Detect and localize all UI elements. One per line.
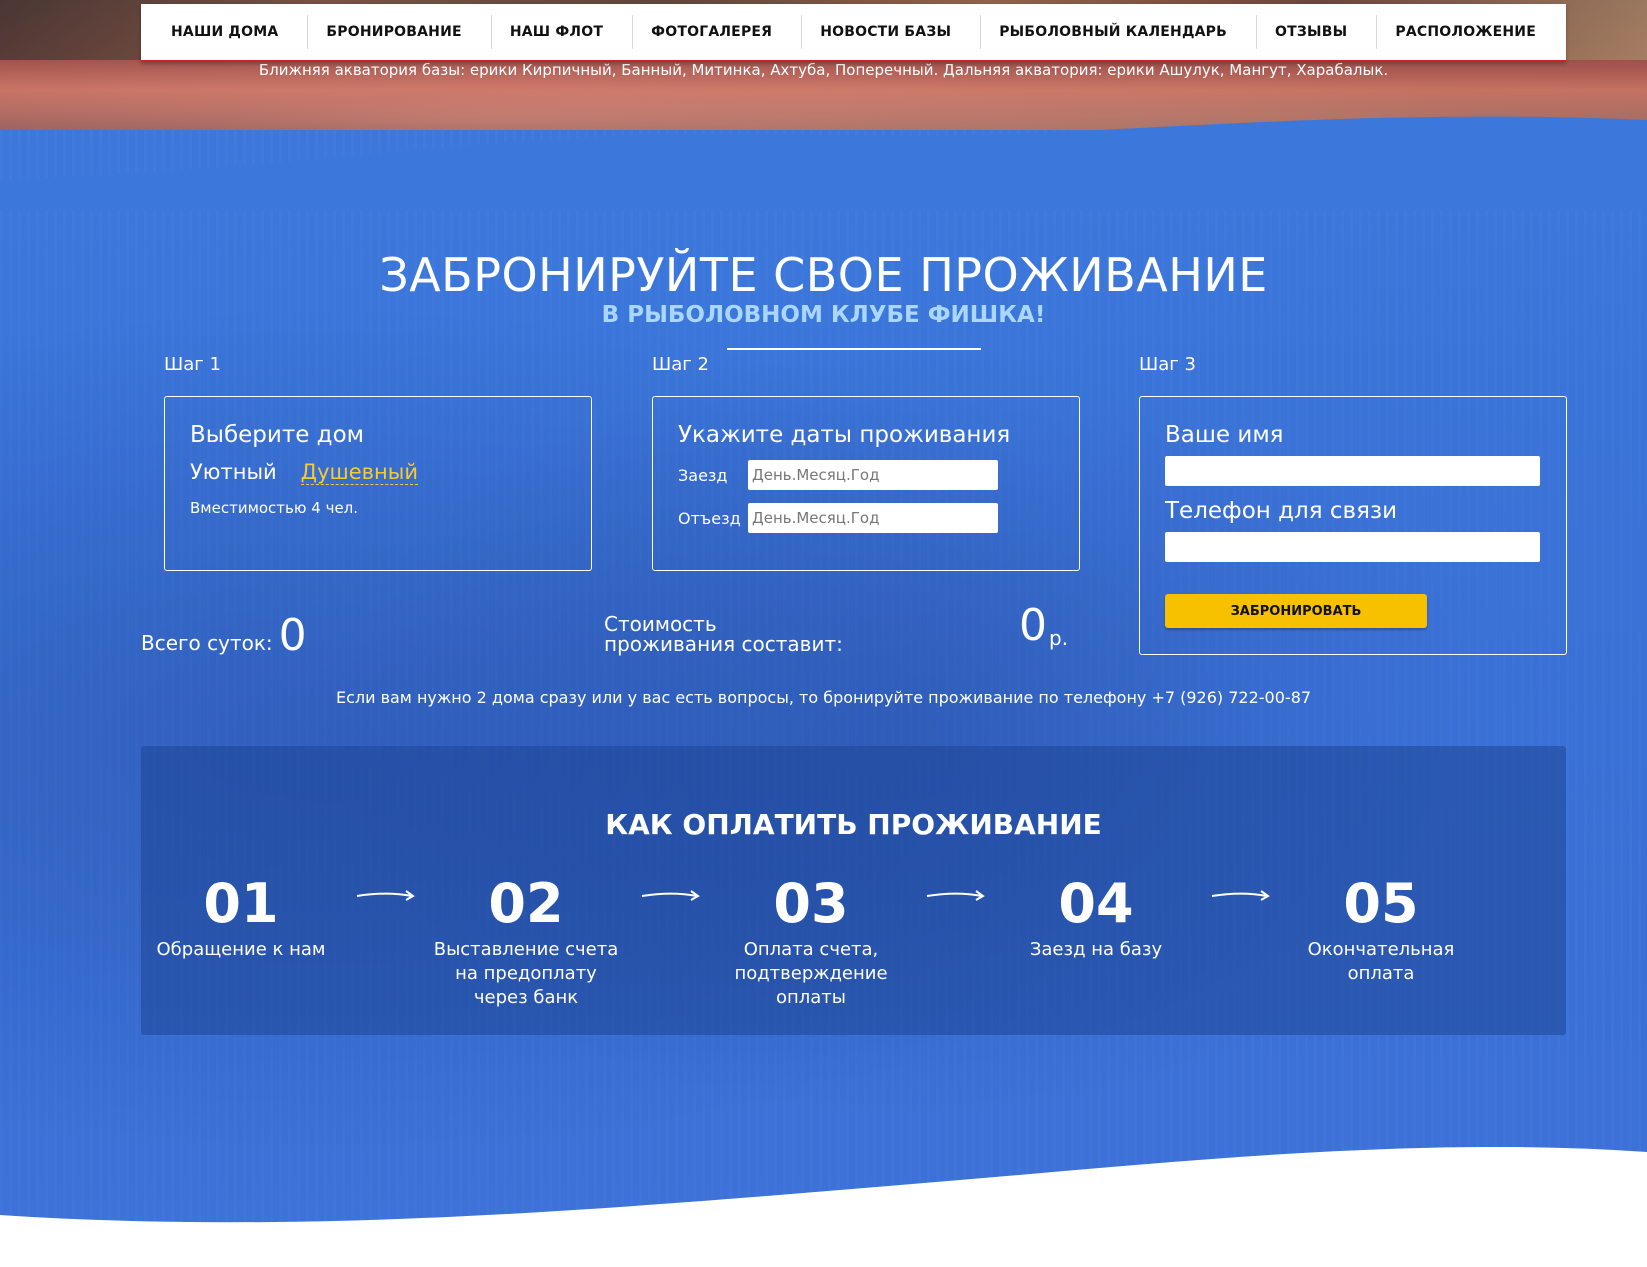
wave-bottom-divider (0, 1146, 1647, 1267)
payment-step-text: Заезд на базу (1029, 939, 1163, 960)
payment-step-number: 03 (773, 872, 849, 935)
total-days-label: Всего суток: (141, 631, 273, 655)
total-days-value: 0 (278, 610, 307, 661)
waters-description: Ближняя акватория базы: ерики Кирпичный,… (258, 61, 1389, 79)
checkout-row: Отъезд (678, 503, 1054, 533)
checkin-date-input[interactable] (748, 460, 998, 490)
nav-item-houses[interactable]: НАШИ ДОМА (153, 15, 296, 49)
payment-step-number: 02 (488, 872, 564, 935)
payment-title: КАК ОПЛАТИТЬ ПРОЖИВАНИЕ (605, 808, 1102, 841)
total-days: Всего суток: 0 (141, 610, 307, 661)
payment-step-text: Оплата счета, подтверждение оплаты (734, 939, 888, 1008)
phone-booking-note: Если вам нужно 2 дома сразу или у вас ес… (335, 688, 1312, 707)
name-label: Ваше имя (1165, 422, 1284, 448)
nav-item-fleet[interactable]: НАШ ФЛОТ (490, 15, 621, 49)
step3-label: Шаг 3 (1139, 354, 1196, 375)
payment-step-number: 04 (1058, 872, 1134, 935)
nav-item-reviews[interactable]: ОТЗЫВЫ (1256, 15, 1365, 49)
booking-subtitle: В РЫБОЛОВНОМ КЛУБЕ ФИШКА! (601, 302, 1046, 328)
total-cost-value: 0 (1019, 600, 1047, 651)
payment-step-text: Обращение к нам (156, 939, 326, 960)
nav-item-booking[interactable]: БРОНИРОВАНИЕ (307, 15, 479, 49)
name-input[interactable] (1165, 456, 1540, 486)
payment-step: 05 Окончательная оплата (1281, 874, 1481, 986)
payment-step: 04 Заезд на базу (996, 874, 1196, 962)
currency-label: р. (1049, 626, 1069, 650)
main-nav: НАШИ ДОМА БРОНИРОВАНИЕ НАШ ФЛОТ ФОТОГАЛЕ… (141, 4, 1566, 62)
step2-heading: Укажите даты проживания (678, 422, 1011, 448)
phone-label: Телефон для связи (1165, 498, 1398, 524)
arrow-right-icon (356, 890, 415, 901)
nav-item-location[interactable]: РАСПОЛОЖЕНИЕ (1376, 15, 1554, 49)
arrow-right-icon (641, 890, 700, 901)
step2-card: Укажите даты проживания Заезд Отъезд (652, 396, 1080, 571)
step1-heading: Выберите дом (190, 422, 365, 448)
payment-step-number: 01 (203, 872, 279, 935)
title-divider (727, 348, 981, 350)
payment-step: 01 Обращение к нам (141, 874, 341, 962)
payment-step: 02 Выставление счета на предоплату через… (426, 874, 626, 1010)
phone-input[interactable] (1165, 532, 1540, 562)
payment-step-number: 05 (1343, 872, 1419, 935)
nav-item-news[interactable]: НОВОСТИ БАЗЫ (801, 15, 969, 49)
step1-label: Шаг 1 (164, 354, 221, 375)
total-cost: Стоимость проживания составит: 0 р. (604, 600, 1068, 656)
checkout-label: Отъезд (678, 508, 741, 528)
house-selector: Уютный Душевный (190, 460, 566, 485)
nav-item-gallery[interactable]: ФОТОГАЛЕРЕЯ (632, 15, 790, 49)
payment-step: 03 Оплата счета, подтверждение оплаты (711, 874, 911, 1010)
checkout-date-input[interactable] (748, 503, 998, 533)
wave-top-divider (0, 116, 1647, 210)
payment-panel: КАК ОПЛАТИТЬ ПРОЖИВАНИЕ 01 Обращение к н… (141, 746, 1566, 1035)
total-cost-label: Стоимость проживания составит: (604, 612, 843, 656)
step1-card: Выберите дом Уютный Душевный Вместимость… (164, 396, 592, 571)
payment-step-text: Окончательная оплата (1307, 939, 1455, 984)
nav-item-fishing-calendar[interactable]: РЫБОЛОВНЫЙ КАЛЕНДАРЬ (980, 15, 1245, 49)
arrow-right-icon (926, 890, 985, 901)
checkin-label: Заезд (678, 465, 728, 485)
house-capacity: Вместимостью 4 чел. (190, 499, 359, 517)
step2-label: Шаг 2 (652, 354, 709, 375)
house-option-cozy[interactable]: Уютный (190, 460, 277, 485)
booking-title: ЗАБРОНИРУЙТЕ СВОЕ ПРОЖИВАНИЕ (379, 248, 1268, 302)
book-button[interactable]: ЗАБРОНИРОВАТЬ (1165, 594, 1427, 628)
house-option-soulful[interactable]: Душевный (300, 460, 418, 485)
payment-step-text: Выставление счета на предоплату через ба… (433, 939, 619, 1008)
checkin-row: Заезд (678, 460, 1054, 490)
step3-card: Ваше имя Телефон для связи ЗАБРОНИРОВАТЬ (1139, 396, 1567, 655)
arrow-right-icon (1211, 890, 1270, 901)
